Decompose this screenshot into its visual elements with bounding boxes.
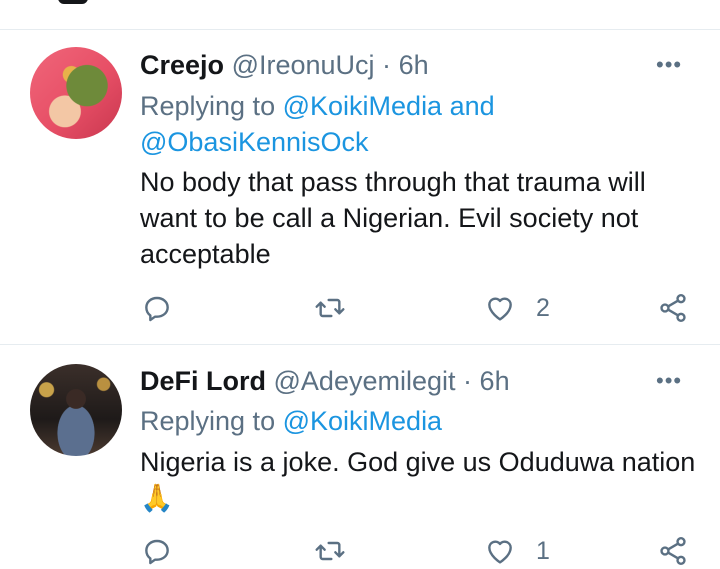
share-icon [660,537,686,565]
user-handle[interactable]: @IreonuUcj [232,50,375,80]
reply-icon [145,296,169,322]
retweet-icon [315,541,345,561]
tweet-text-body: Nigeria is a joke. God give us Oduduwa n… [140,447,696,477]
like-icon [488,297,512,321]
like-button[interactable]: 2 [484,290,550,326]
emoji: 🙏 [140,483,174,513]
tweet-actions: 2 [0,290,720,326]
reply-button[interactable] [141,533,173,569]
tweet[interactable]: Creejo @IreonuUcj · 6h ••• Replying to @… [0,0,720,344]
retweet-button[interactable] [314,290,346,326]
more-icon[interactable]: ••• [656,52,682,78]
like-count: 1 [536,536,550,565]
reply-icon [145,539,169,565]
display-name[interactable]: Creejo [140,50,224,80]
replying-prefix: Replying to [140,406,276,436]
user-handle[interactable]: @Adeyemilegit [274,366,456,396]
share-button[interactable] [657,533,689,569]
tweet-header: DeFi Lord @Adeyemilegit · 6h [140,364,510,398]
replying-prefix: Replying to [140,91,276,121]
like-button[interactable]: 1 [484,533,550,569]
timestamp[interactable]: 6h [399,50,429,80]
retweet-icon [315,298,345,318]
separator: · [382,50,392,80]
more-icon[interactable]: ••• [656,368,682,394]
replying-to: Replying to @KoikiMedia [140,403,700,439]
timestamp[interactable]: 6h [480,366,510,396]
tweet[interactable]: DeFi Lord @Adeyemilegit · 6h ••• Replyin… [0,345,720,565]
mention-link[interactable]: @ObasiKennisOck [140,127,369,157]
tweet-actions: 1 [0,533,720,569]
share-icon [660,294,686,322]
reply-button[interactable] [141,290,173,326]
avatar[interactable] [30,364,122,456]
retweet-button[interactable] [314,533,346,569]
display-name[interactable]: DeFi Lord [140,366,266,396]
like-count: 2 [536,293,550,322]
replying-and: and [449,91,495,121]
tweet-text: Nigeria is a joke. God give us Oduduwa n… [140,444,700,516]
separator: · [463,366,473,396]
mention-link[interactable]: @KoikiMedia [283,91,442,121]
share-button[interactable] [657,290,689,326]
mention-link[interactable]: @KoikiMedia [283,406,442,436]
replying-to: Replying to @KoikiMedia and @ObasiKennis… [140,88,700,160]
tweet-header: Creejo @IreonuUcj · 6h [140,48,429,82]
avatar[interactable] [30,47,122,139]
like-icon [488,540,512,564]
tweet-text: No body that pass through that trauma wi… [140,167,646,269]
